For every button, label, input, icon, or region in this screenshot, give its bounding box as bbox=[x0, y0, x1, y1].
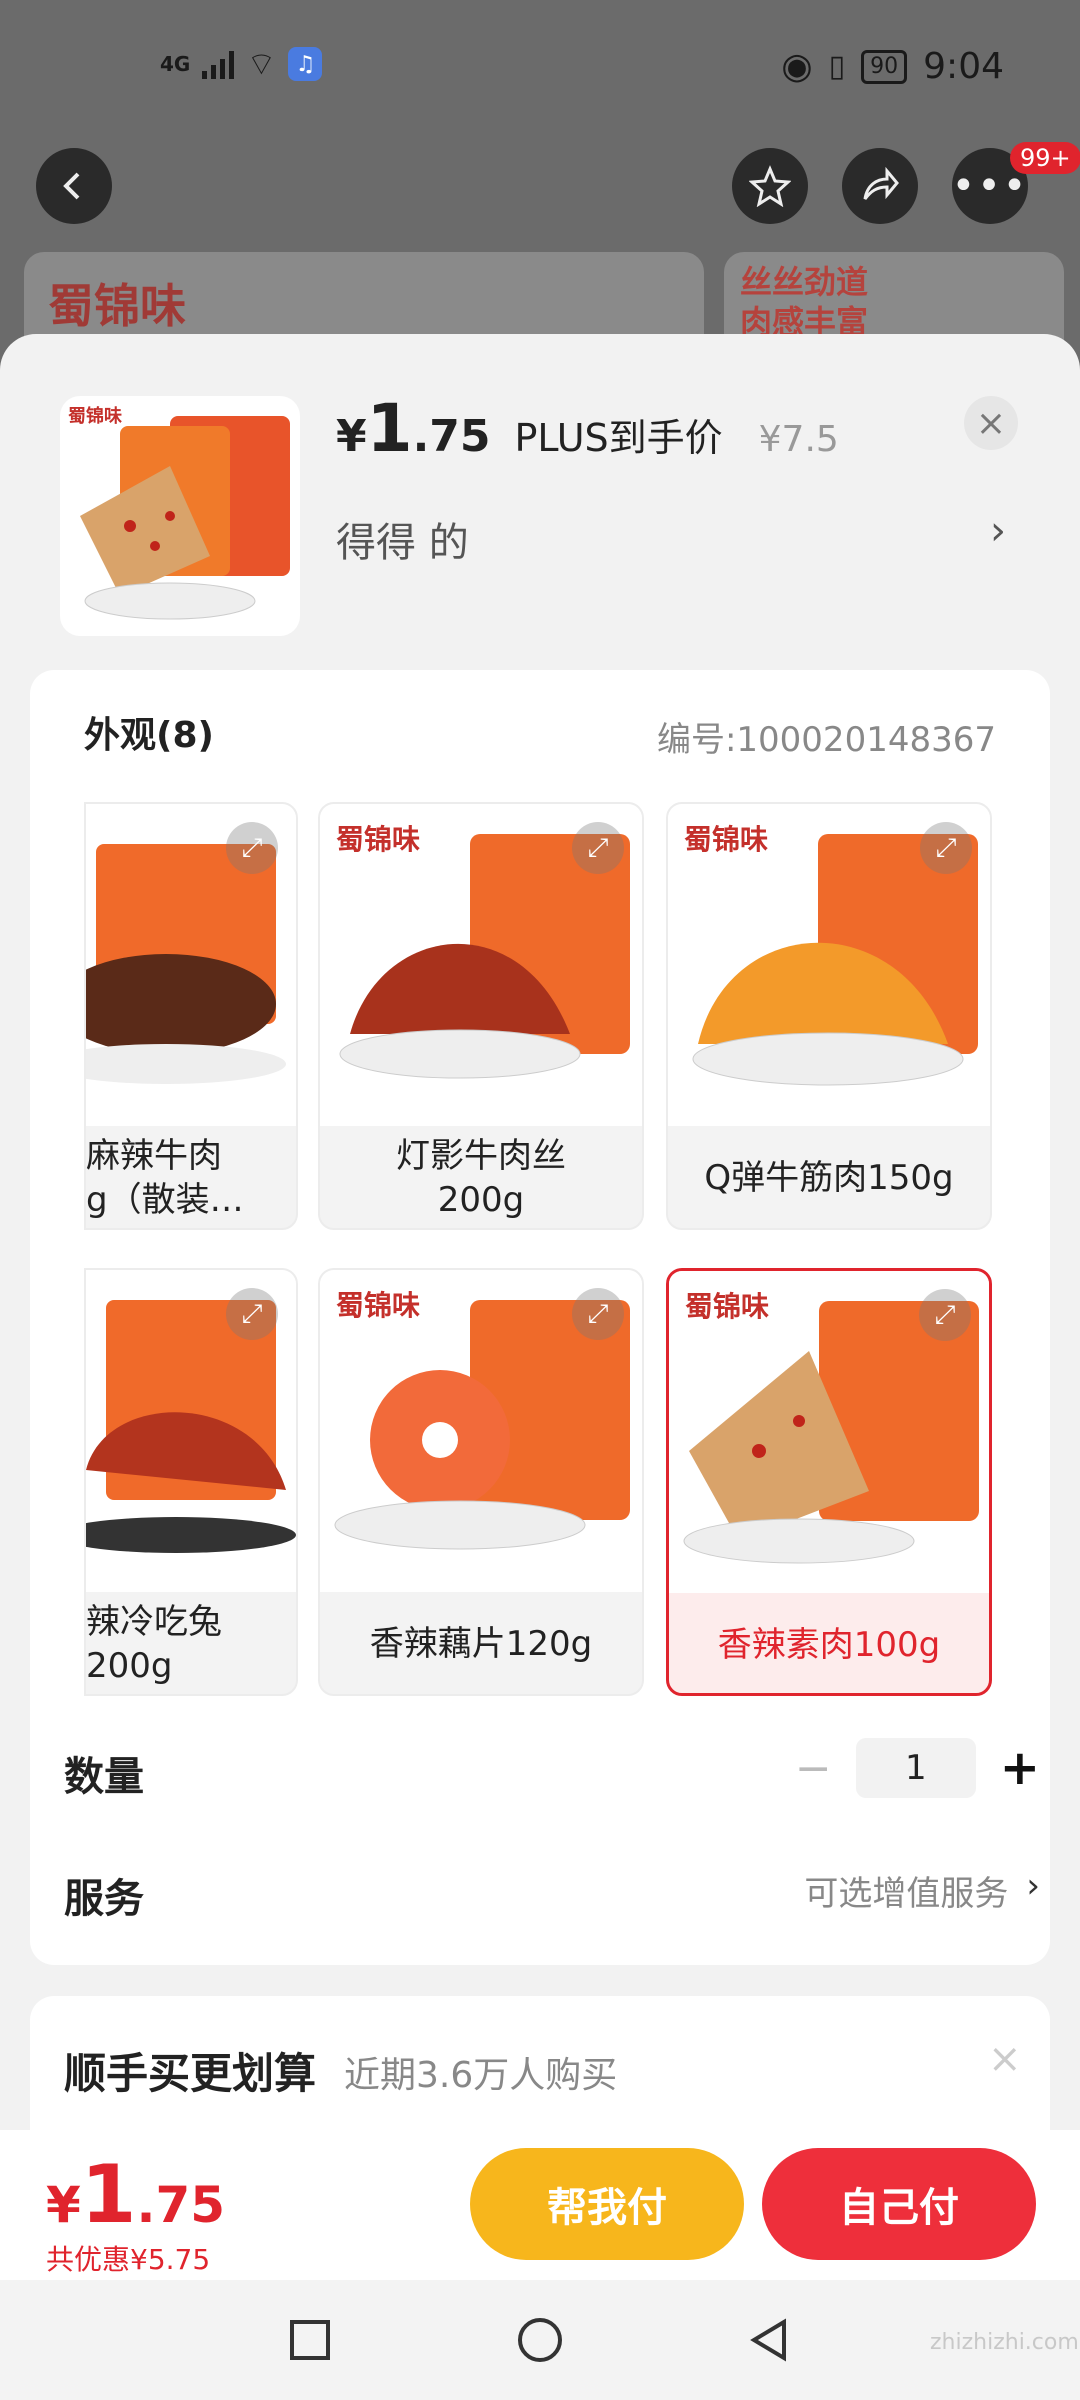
price-value: ¥1.75 bbox=[336, 390, 491, 467]
upsell-subtitle: 近期3.6万人购买 bbox=[344, 2055, 618, 2096]
bg-promo-text: 丝丝劲道 肉感丰富 bbox=[740, 262, 868, 342]
back-button[interactable] bbox=[36, 148, 112, 224]
share-icon bbox=[863, 166, 899, 200]
expand-icon[interactable]: ⤢ bbox=[572, 1288, 624, 1340]
battery-icon: 90 bbox=[861, 49, 908, 84]
variant-brand-tag: 蜀锦味 bbox=[684, 823, 769, 856]
original-price: ¥7.5 bbox=[758, 419, 839, 460]
variant-label: 香辣藕片120g bbox=[369, 1624, 593, 1664]
watermark: zhizhizhi.com bbox=[930, 2330, 1079, 2355]
variant-tile[interactable]: ⤢ 辣冷吃兔 200g bbox=[84, 1268, 298, 1696]
service-selector[interactable]: 可选增值服务 › bbox=[804, 1866, 1040, 1915]
product-image bbox=[80, 416, 290, 620]
wifi-icon: ⌔ bbox=[246, 45, 277, 83]
decrease-button[interactable]: − bbox=[795, 1743, 832, 1794]
variant-brand-tag: 蜀锦味 bbox=[336, 823, 421, 856]
variant-label: 灯影牛肉丝 200g bbox=[396, 1136, 566, 1220]
service-value: 可选增值服务 bbox=[804, 1874, 1009, 1914]
promo-line-1: 丝丝劲道 bbox=[740, 263, 869, 301]
upsell-close-icon[interactable]: × bbox=[988, 2036, 1022, 2082]
network-label: 4G bbox=[160, 52, 191, 76]
chevron-right-icon[interactable]: › bbox=[990, 508, 1006, 554]
more-badge: 99+ bbox=[1010, 142, 1080, 174]
variant-brand-tag: 蜀锦味 bbox=[336, 1289, 421, 1322]
variant-tile-selected[interactable]: 蜀锦味 ⤢ 香辣素肉100g bbox=[666, 1268, 992, 1696]
variant-label: 香辣素肉100g bbox=[717, 1625, 941, 1665]
close-icon: × bbox=[975, 402, 1007, 444]
share-button[interactable] bbox=[842, 148, 918, 224]
variant-label: 辣冷吃兔 200g bbox=[86, 1602, 222, 1686]
vibrate-icon: ▯ bbox=[828, 49, 846, 84]
expand-icon[interactable]: ⤢ bbox=[226, 1288, 278, 1340]
variant-tile[interactable]: 蜀锦味 ⤢ 香辣藕片120g bbox=[318, 1268, 644, 1696]
expand-icon[interactable]: ⤢ bbox=[226, 822, 278, 874]
total-currency: ¥ bbox=[46, 2176, 81, 2234]
quantity-input[interactable]: 1 bbox=[855, 1738, 976, 1798]
increase-button[interactable]: + bbox=[1000, 1740, 1040, 1796]
home-icon[interactable] bbox=[516, 2316, 564, 2364]
expand-icon[interactable]: ⤢ bbox=[572, 822, 624, 874]
upsell-title: 顺手买更划算 bbox=[64, 2049, 317, 2098]
favorite-button[interactable] bbox=[732, 148, 808, 224]
battery-level: 90 bbox=[870, 54, 899, 79]
recents-icon[interactable] bbox=[286, 2316, 334, 2364]
music-icon: ♫ bbox=[288, 47, 323, 81]
coupon-subtitle[interactable]: 得得 的 bbox=[336, 510, 469, 568]
star-icon bbox=[749, 165, 791, 207]
variant-tile[interactable]: ⤢ 麻辣牛肉 g（散装… bbox=[84, 802, 298, 1230]
total-dec: .75 bbox=[136, 2176, 226, 2234]
clock: 9:04 bbox=[923, 46, 1004, 87]
product-thumbnail: 蜀锦味 bbox=[60, 396, 300, 636]
status-bar: 4G ⌔ ♫ ◉ ▯ 90 9:04 bbox=[0, 0, 1080, 130]
variant-label: 麻辣牛肉 g（散装… bbox=[86, 1136, 244, 1220]
variant-tile[interactable]: 蜀锦味 ⤢ Q弹牛筋肉150g bbox=[666, 802, 992, 1230]
chevron-right-icon: › bbox=[1026, 1866, 1040, 1906]
quantity-stepper: − 1 + bbox=[795, 1738, 1040, 1798]
eye-icon: ◉ bbox=[781, 46, 813, 87]
self-pay-button[interactable]: 自己付 bbox=[762, 2148, 1036, 2260]
price-currency: ¥ bbox=[336, 411, 367, 462]
price-dec: .75 bbox=[412, 411, 491, 462]
signal-icon bbox=[202, 49, 235, 79]
total-price: ¥1.75 bbox=[46, 2148, 225, 2241]
variant-tile[interactable]: 蜀锦味 ⤢ 灯影牛肉丝 200g bbox=[318, 802, 644, 1230]
price-line: ¥1.75 PLUS到手价 ¥7.5 bbox=[336, 390, 839, 467]
back-arrow-icon bbox=[63, 172, 80, 200]
total-discount: 共优惠¥5.75 bbox=[46, 2243, 211, 2276]
variant-label: Q弹牛筋肉150g bbox=[704, 1158, 954, 1198]
expand-icon[interactable]: ⤢ bbox=[919, 1289, 971, 1341]
help-pay-button[interactable]: 帮我付 bbox=[470, 2148, 744, 2260]
thumb-brand-tag: 蜀锦味 bbox=[68, 406, 122, 427]
back-nav-icon[interactable] bbox=[746, 2316, 794, 2364]
quantity-label: 数量 bbox=[64, 1754, 144, 1800]
variant-brand-tag: 蜀锦味 bbox=[685, 1290, 770, 1323]
appearance-title: 外观(8) bbox=[84, 715, 214, 756]
bg-brand-logo: 蜀锦味 bbox=[48, 279, 186, 333]
close-sheet-button[interactable]: × bbox=[964, 396, 1018, 450]
price-int: 1 bbox=[366, 390, 413, 467]
total-int: 1 bbox=[80, 2148, 137, 2241]
expand-icon[interactable]: ⤢ bbox=[920, 822, 972, 874]
plus-price-label: PLUS到手价 bbox=[514, 416, 723, 460]
product-code: 编号:100020148367 bbox=[656, 720, 996, 760]
service-label: 服务 bbox=[64, 1876, 144, 1922]
